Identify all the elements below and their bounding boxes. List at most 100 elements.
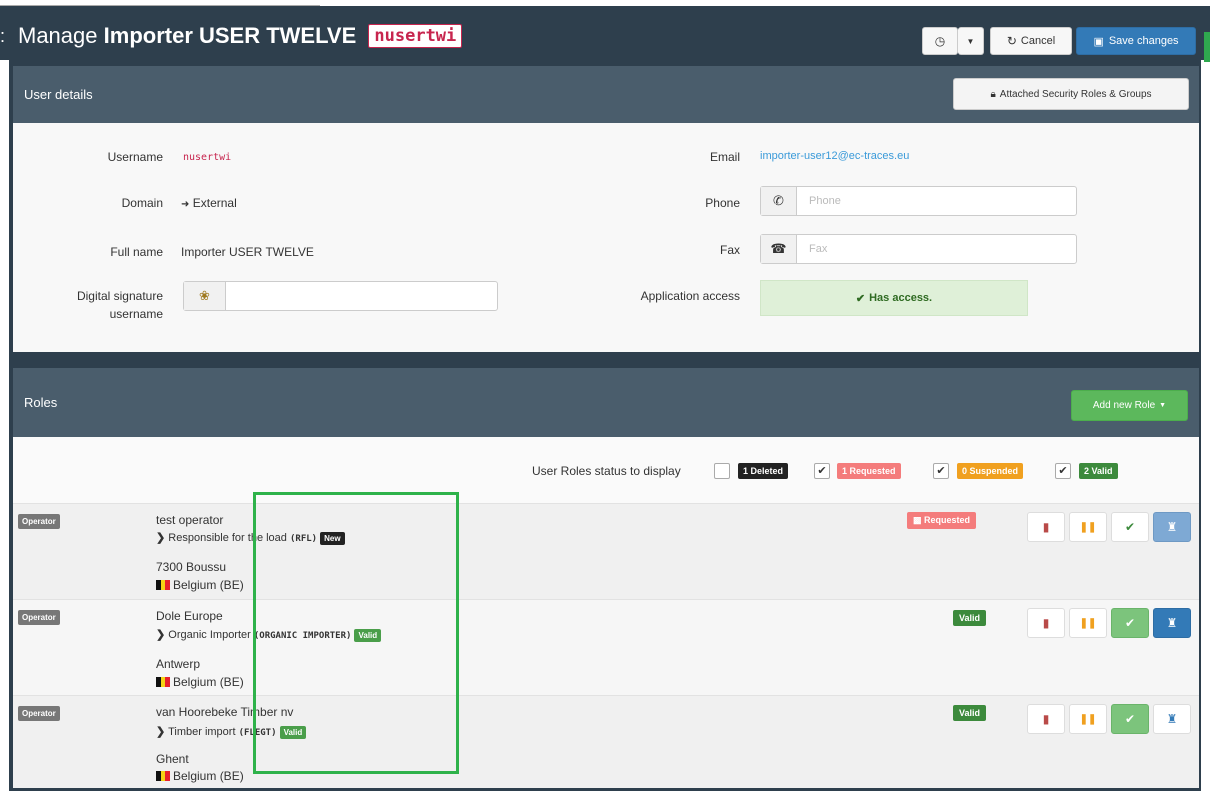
operator-tag: Operator <box>18 610 60 625</box>
role-row: Operator van Hoorebeke Timber nv ❯ Timbe… <box>13 695 1199 788</box>
status-badge: Valid <box>953 610 987 626</box>
domain-value: ➜ External <box>181 196 237 210</box>
attached-security-roles-button[interactable]: 🔒︎ Attached Security Roles & Groups <box>953 78 1189 110</box>
chevron-right-icon: ❯ <box>156 532 166 544</box>
phone-icon: ✆ <box>761 187 797 215</box>
top-border-line <box>0 0 320 6</box>
pause-icon: ❚❚ <box>1079 617 1097 629</box>
filter-suspended-badge: 0 Suspended <box>957 463 1024 479</box>
filter-deleted-badge: 1 Deleted <box>738 463 789 479</box>
operator-city: Antwerp <box>156 657 201 671</box>
filter-valid-checkbox[interactable]: ✔ <box>1055 463 1071 479</box>
delete-role-button[interactable]: ▮ <box>1027 512 1065 542</box>
history-icon: ◷ <box>934 34 946 48</box>
page-title: Manage Importer USER TWELVE nusertwi <box>18 23 463 49</box>
filter-requested-checkbox[interactable]: ✔ <box>814 463 830 479</box>
operator-tag: Operator <box>18 706 60 721</box>
fax-icon: ☎ <box>761 235 797 263</box>
phone-input[interactable]: Phone <box>797 187 1076 215</box>
users-icon: ♜ <box>1166 712 1178 726</box>
belgium-flag-icon <box>156 580 171 590</box>
operator-country: Belgium (BE) <box>156 769 244 783</box>
role-users-button[interactable]: ♜ <box>1153 608 1191 638</box>
suspend-role-button[interactable]: ❚❚ <box>1069 608 1107 638</box>
status-badge: ▩ Requested <box>907 512 977 529</box>
phone-label: Phone <box>705 196 740 210</box>
user-details-title: User details <box>24 87 93 102</box>
filter-valid-badge: 2 Valid <box>1079 463 1118 479</box>
roles-header: Roles Add new Role ▼ <box>13 368 1199 437</box>
email-link[interactable]: importer-user12@ec-traces.eu <box>760 150 909 162</box>
belgium-flag-icon <box>156 677 171 687</box>
full-name-value: Importer USER TWELVE <box>181 245 314 259</box>
undo-icon: ↻ <box>1006 34 1017 48</box>
sign-out-icon: ➜ <box>181 199 190 210</box>
save-changes-button[interactable]: ▣ Save changes <box>1076 27 1196 55</box>
fax-input[interactable]: Fax <box>797 235 1076 263</box>
filter-label: User Roles status to display <box>532 464 681 478</box>
trash-icon: ▮ <box>1042 712 1050 726</box>
cancel-button[interactable]: ↻ Cancel <box>990 27 1072 55</box>
check-icon: ✔ <box>1124 616 1136 630</box>
phone-field[interactable]: ✆ Phone <box>760 186 1077 216</box>
application-access-label: Application access <box>640 289 740 303</box>
check-icon: ✔ <box>1124 520 1136 534</box>
digital-signature-label: Digital signature username <box>76 289 163 321</box>
application-access-status: ✔ Has access. <box>760 280 1028 316</box>
role-users-button[interactable]: ♜ <box>1153 512 1191 542</box>
belgium-flag-icon <box>156 771 171 781</box>
digital-signature-field[interactable]: ❀ <box>183 281 498 311</box>
user-details-header: User details 🔒︎ Attached Security Roles … <box>13 66 1199 123</box>
validate-role-button[interactable]: ✔ <box>1111 512 1149 542</box>
domain-label: Domain <box>121 196 163 210</box>
title-bar: : Manage Importer USER TWELVE nusertwi ◷… <box>0 6 1210 62</box>
certificate-icon: ❀ <box>184 282 226 310</box>
check-icon: ✔ <box>855 292 866 305</box>
role-users-button[interactable]: ♜ <box>1153 704 1191 734</box>
users-icon: ♜ <box>1166 520 1178 534</box>
caret-down-icon: ▼ <box>966 36 975 46</box>
panel-bottom-border <box>9 788 1201 791</box>
validate-role-button[interactable]: ✔ <box>1111 704 1149 734</box>
operator-tag: Operator <box>18 514 60 529</box>
back-chevron-icon[interactable]: : <box>0 26 5 47</box>
operator-name: test operator <box>156 513 224 527</box>
suspend-role-button[interactable]: ❚❚ <box>1069 704 1107 734</box>
operator-name: Dole Europe <box>156 609 223 623</box>
chevron-right-icon: ❯ <box>156 726 166 738</box>
role-row: Operator test operator ❯ Responsible for… <box>13 503 1199 599</box>
operator-country: Belgium (BE) <box>156 675 244 689</box>
check-icon: ✔ <box>1124 712 1136 726</box>
delete-role-button[interactable]: ▮ <box>1027 704 1065 734</box>
pause-icon: ❚❚ <box>1079 521 1097 533</box>
digital-signature-input[interactable] <box>226 282 497 310</box>
username-label: Username <box>107 150 163 164</box>
fax-label: Fax <box>719 243 740 257</box>
full-name-label: Full name <box>110 245 163 259</box>
caret-down-icon: ▼ <box>1159 402 1167 409</box>
username-value: nusertwi <box>183 152 232 163</box>
status-badge: Valid <box>953 705 987 721</box>
history-button[interactable]: ◷ <box>922 27 958 55</box>
trash-icon: ▮ <box>1042 520 1050 534</box>
roles-title: Roles <box>24 395 58 410</box>
comment-icon: ▩ <box>913 515 922 525</box>
pause-icon: ❚❚ <box>1079 713 1097 725</box>
suspend-role-button[interactable]: ❚❚ <box>1069 512 1107 542</box>
operator-country: Belgium (BE) <box>156 578 244 592</box>
fax-field[interactable]: ☎ Fax <box>760 234 1077 264</box>
delete-role-button[interactable]: ▮ <box>1027 608 1065 638</box>
validate-role-button[interactable]: ✔ <box>1111 608 1149 638</box>
filter-deleted-checkbox[interactable] <box>714 463 730 479</box>
trash-icon: ▮ <box>1042 616 1050 630</box>
operator-city: 7300 Boussu <box>156 560 227 574</box>
add-new-role-button[interactable]: Add new Role ▼ <box>1071 390 1188 421</box>
filter-requested-badge: 1 Requested <box>837 463 901 479</box>
chevron-right-icon: ❯ <box>156 629 166 641</box>
username-code-badge: nusertwi <box>368 24 463 48</box>
filter-suspended-checkbox[interactable]: ✔ <box>933 463 949 479</box>
operator-city: Ghent <box>156 752 189 766</box>
history-dropdown-caret[interactable]: ▼ <box>958 27 984 55</box>
role-row: Operator Dole Europe ❯ Organic Importer … <box>13 599 1199 695</box>
side-edge-marker <box>1204 32 1210 62</box>
